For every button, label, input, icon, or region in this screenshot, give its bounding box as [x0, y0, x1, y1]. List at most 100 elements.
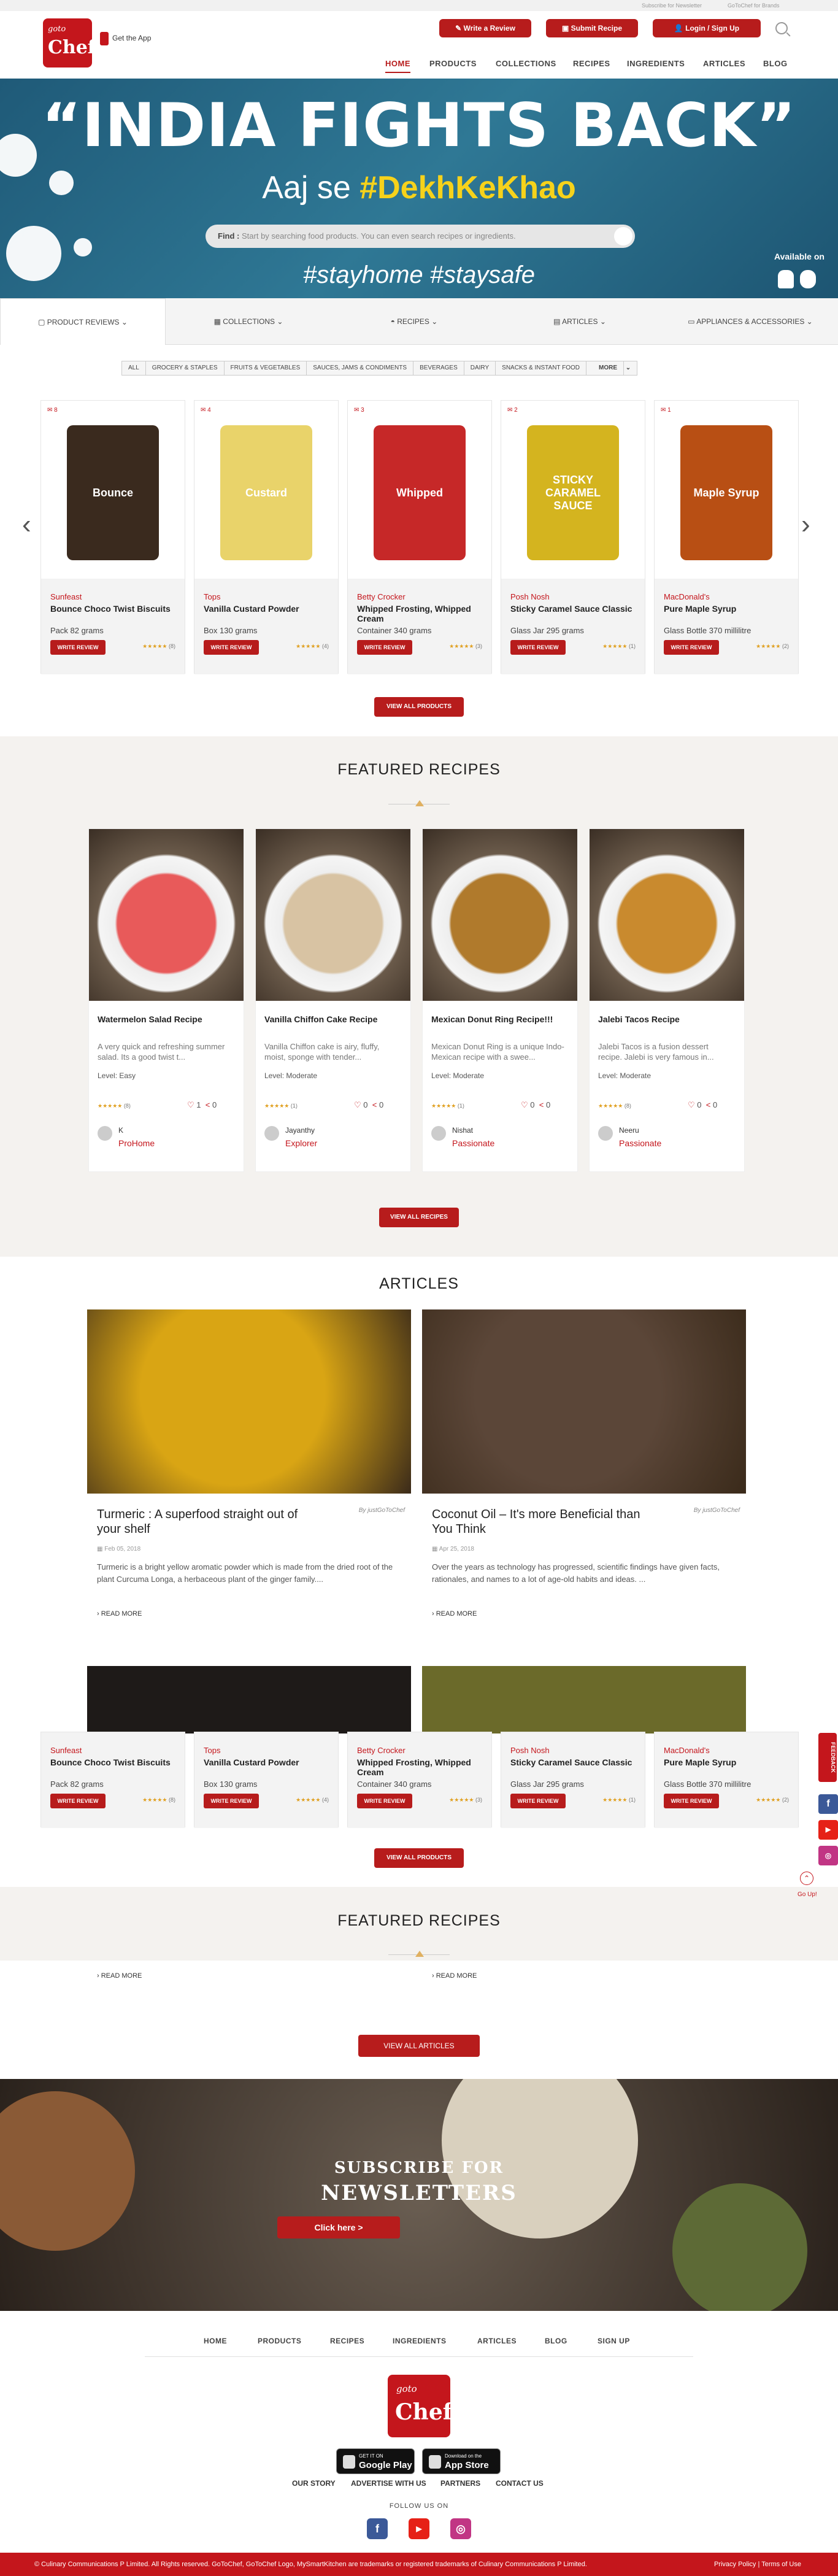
footer-logo[interactable]: goto Chef — [388, 2375, 452, 2437]
apple-icon[interactable] — [800, 270, 816, 288]
write-review-button[interactable]: WRITE REVIEW — [204, 1794, 259, 1808]
brands-link[interactable]: GoToChef for Brands — [728, 2, 780, 9]
product-image[interactable]: ✉ 2 STICKY CARAMEL SAUCE — [501, 401, 645, 579]
write-review-button[interactable]: ✎ Write a Review — [439, 19, 531, 37]
search-icon[interactable] — [614, 227, 632, 245]
carousel-next-arrow[interactable]: › — [801, 509, 810, 540]
recipe-image[interactable] — [590, 829, 744, 1001]
product-image[interactable]: ✉ 4 Custard — [194, 401, 338, 579]
recipe-image[interactable] — [89, 829, 244, 1001]
go-up-icon[interactable]: ⌃ — [800, 1872, 813, 1885]
product-card[interactable]: ✉ 8 Bounce Sunfeast Bounce Choco Twist Bisc… — [40, 400, 185, 674]
nav-articles[interactable]: ARTICLES — [703, 59, 745, 68]
instagram-icon[interactable]: ◎ — [450, 2518, 471, 2539]
product-name[interactable]: Whipped Frosting, Whipped Cream — [357, 1757, 482, 1777]
write-review-button[interactable]: WRITE REVIEW — [50, 1794, 106, 1808]
site-logo[interactable]: goto Chef — [43, 18, 96, 67]
product-image[interactable]: ✉ 1 Maple Syrup — [655, 401, 798, 579]
footer-link-contact[interactable]: CONTACT US — [496, 2479, 544, 2488]
chip-beverages[interactable]: BEVERAGES — [413, 361, 464, 375]
article-card[interactable]: Coconut Oil – It's more Beneficial than … — [422, 1309, 746, 1629]
policy-links[interactable]: Privacy Policy | Terms of Use — [714, 2553, 801, 2576]
footer-nav-recipes[interactable]: RECIPES — [330, 2337, 364, 2345]
search-icon[interactable] — [775, 22, 788, 34]
submit-recipe-button[interactable]: ▣ Submit Recipe — [546, 19, 638, 37]
write-review-button[interactable]: WRITE REVIEW — [204, 640, 259, 655]
footer-nav-blog[interactable]: BLOG — [545, 2337, 567, 2345]
product-name[interactable]: Sticky Caramel Sauce Classic — [510, 604, 636, 623]
footer-link-partners[interactable]: PARTNERS — [440, 2479, 480, 2488]
youtube-icon[interactable]: ▶ — [818, 1820, 838, 1840]
recipe-title[interactable]: Vanilla Chiffon Cake Recipe — [264, 1014, 399, 1025]
product-card[interactable]: Betty Crocker Whipped Frosting, Whipped C… — [347, 1732, 492, 1828]
product-name[interactable]: Vanilla Custard Powder — [204, 1757, 329, 1777]
nav-blog[interactable]: BLOG — [763, 59, 788, 68]
chip-all[interactable]: ALL — [122, 361, 146, 375]
product-brand[interactable]: Sunfeast — [50, 1746, 175, 1755]
footer-link-advertise[interactable]: ADVERTISE WITH US — [351, 2479, 426, 2488]
tab-collections[interactable]: ▦ COLLECTIONS ⌄ — [166, 298, 331, 345]
recipe-title[interactable]: Watermelon Salad Recipe — [98, 1014, 233, 1025]
chip-fruits[interactable]: FRUITS & VEGETABLES — [225, 361, 307, 375]
nav-recipes[interactable]: RECIPES — [573, 59, 610, 68]
product-card[interactable]: Tops Vanilla Custard Powder Box 130 grams W… — [194, 1732, 339, 1828]
avatar[interactable] — [598, 1126, 613, 1141]
feedback-tab[interactable]: FEEDBACK — [818, 1733, 837, 1782]
product-card[interactable]: ✉ 4 Custard Tops Vanilla Custard Powder Box … — [194, 400, 339, 674]
article-title[interactable]: Turmeric : A superfood straight out of y… — [97, 1507, 318, 1537]
android-icon[interactable] — [778, 270, 794, 288]
recipe-image[interactable] — [423, 829, 577, 1001]
go-up-label[interactable]: Go Up! — [798, 1891, 817, 1898]
product-brand[interactable]: Posh Nosh — [510, 592, 636, 601]
facebook-icon[interactable]: f — [367, 2518, 388, 2539]
facebook-icon[interactable]: f — [818, 1794, 838, 1814]
product-brand[interactable]: Tops — [204, 1746, 329, 1755]
recipe-like-share[interactable]: ♡ 1 < 0 — [187, 1100, 217, 1110]
recipe-like-share[interactable]: ♡ 0 < 0 — [688, 1100, 717, 1110]
subscribe-link[interactable]: Subscribe for Newsletter — [642, 2, 702, 9]
footer-nav-articles[interactable]: ARTICLES — [477, 2337, 517, 2345]
footer-link-our-story[interactable]: OUR STORY — [292, 2479, 336, 2488]
article-image[interactable] — [422, 1309, 746, 1494]
chip-dairy[interactable]: DAIRY — [464, 361, 496, 375]
article-title[interactable]: Coconut Oil – It's more Beneficial than … — [432, 1507, 653, 1537]
nav-products[interactable]: PRODUCTS — [429, 59, 477, 68]
product-name[interactable]: Pure Maple Syrup — [664, 604, 789, 623]
product-card[interactable]: ✉ 1 Maple Syrup MacDonald's Pure Maple Syru… — [654, 400, 799, 674]
read-more-link[interactable]: › READ MORE — [432, 1972, 477, 1980]
tab-articles[interactable]: ▤ ARTICLES ⌄ — [497, 298, 663, 345]
recipe-author[interactable]: Jayanthy — [285, 1126, 315, 1135]
youtube-icon[interactable]: ▶ — [409, 2518, 429, 2539]
recipe-card[interactable]: Vanilla Chiffon Cake Recipe Vanilla Chiff… — [255, 828, 411, 1172]
read-more-link[interactable]: › READ MORE — [432, 1610, 477, 1618]
write-review-button[interactable]: WRITE REVIEW — [510, 640, 566, 655]
app-store-badge[interactable]: Download on the App Store — [422, 2448, 501, 2474]
product-image[interactable]: ✉ 3 Whipped — [348, 401, 491, 579]
nav-collections[interactable]: COLLECTIONS — [496, 59, 556, 68]
product-brand[interactable]: Sunfeast — [50, 592, 175, 601]
product-brand[interactable]: MacDonald's — [664, 1746, 789, 1755]
recipe-author[interactable]: K — [118, 1126, 123, 1135]
product-card[interactable]: MacDonald's Pure Maple Syrup Glass Bottle … — [654, 1732, 799, 1828]
avatar[interactable] — [431, 1126, 446, 1141]
product-name[interactable]: Vanilla Custard Powder — [204, 604, 329, 623]
write-review-button[interactable]: WRITE REVIEW — [664, 1794, 719, 1808]
hero-search-input[interactable]: Find : Start by searching food products.… — [206, 225, 635, 248]
product-card[interactable]: ✉ 2 STICKY CARAMEL SAUCE Posh Nosh Sticky C… — [501, 400, 645, 674]
product-card[interactable]: Sunfeast Bounce Choco Twist Biscuits Pack … — [40, 1732, 185, 1828]
footer-nav-signup[interactable]: SIGN UP — [598, 2337, 630, 2345]
recipe-author[interactable]: Nishat — [452, 1126, 473, 1135]
google-play-badge[interactable]: GET IT ON Google Play — [336, 2448, 415, 2474]
write-review-button[interactable]: WRITE REVIEW — [664, 640, 719, 655]
footer-nav-products[interactable]: PRODUCTS — [258, 2337, 301, 2345]
recipe-card[interactable]: Watermelon Salad Recipe A very quick and … — [88, 828, 244, 1172]
footer-nav-ingredients[interactable]: INGREDIENTS — [393, 2337, 447, 2345]
write-review-button[interactable]: WRITE REVIEW — [357, 1794, 412, 1808]
product-card[interactable]: Posh Nosh Sticky Caramel Sauce Classic Gla… — [501, 1732, 645, 1828]
nav-home[interactable]: HOME — [385, 59, 410, 73]
avatar[interactable] — [264, 1126, 279, 1141]
chip-more[interactable]: MORE ⌄ — [586, 361, 637, 375]
product-brand[interactable]: Betty Crocker — [357, 1746, 482, 1755]
product-name[interactable]: Pure Maple Syrup — [664, 1757, 789, 1777]
recipe-title[interactable]: Mexican Donut Ring Recipe!!! — [431, 1014, 566, 1025]
